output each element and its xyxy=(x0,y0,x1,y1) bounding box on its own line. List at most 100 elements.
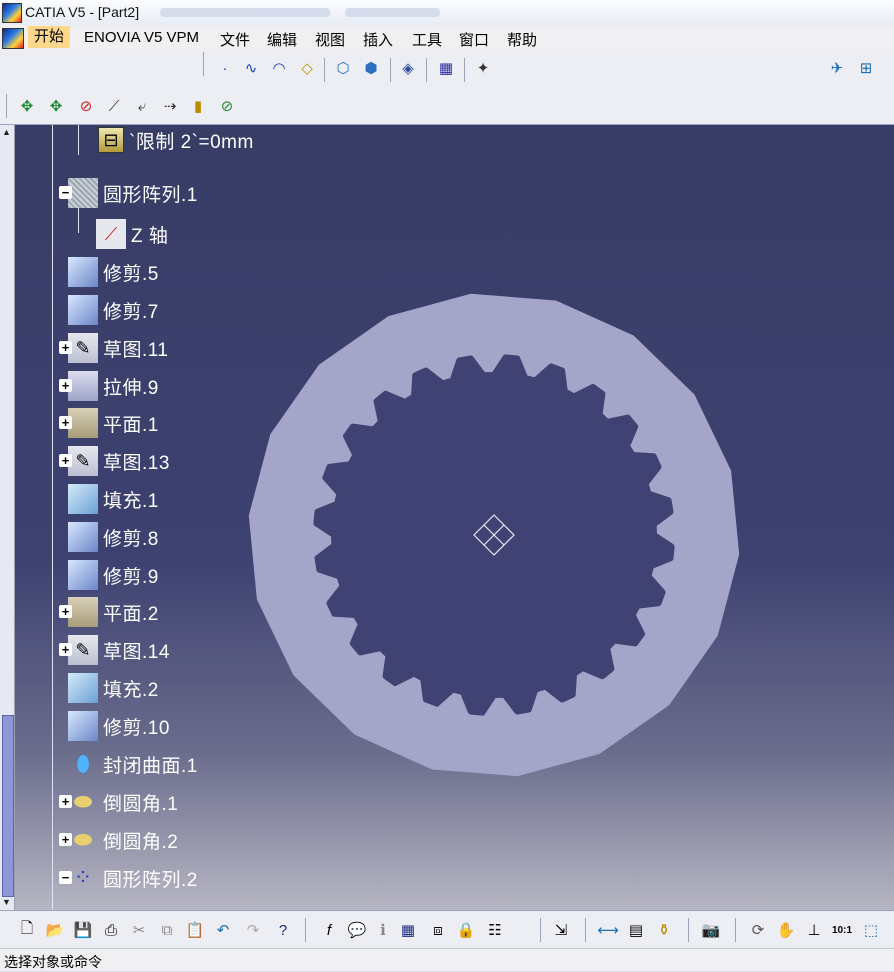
paste-icon[interactable]: 📋 xyxy=(184,919,206,941)
tree-node[interactable]: − ⁘ 圆形阵列.2 xyxy=(59,863,201,893)
expand-icon[interactable]: + xyxy=(59,795,72,808)
tree-node[interactable]: ⟋ Z 轴 xyxy=(96,219,171,249)
collapse-icon[interactable]: − xyxy=(59,186,72,199)
menu-file[interactable]: 文件 xyxy=(218,29,252,50)
tree-node[interactable]: 修剪.8 xyxy=(68,522,162,552)
info-icon[interactable]: ℹ xyxy=(372,919,394,941)
revolve-icon[interactable]: ⬢ xyxy=(360,57,382,79)
mass-icon[interactable]: ⚱ xyxy=(653,919,675,941)
scale-icon[interactable]: 10:1 xyxy=(831,919,853,941)
axis-icon[interactable]: ⊥ xyxy=(803,919,825,941)
toolbar-bottom: 🗋 📂 💾 ⎙ ✂ ⧉ 📋 ↶ ↷ ? f 💬 ℹ ▦ ⧈ 🔒 ☷ ⇲ ⟷ ▤ … xyxy=(0,910,894,949)
tree-node[interactable]: 修剪.9 xyxy=(68,560,162,590)
tree-scrollbar[interactable]: ▲ ▼ xyxy=(0,125,15,910)
comment-icon[interactable]: 💬 xyxy=(346,919,368,941)
tree-node[interactable]: + ⬬ 倒圆角.1 xyxy=(59,787,181,817)
scroll-up-icon[interactable]: ▲ xyxy=(2,127,11,137)
help-icon[interactable]: ? xyxy=(272,919,294,941)
collapse-icon[interactable]: − xyxy=(59,871,72,884)
expand-icon[interactable]: + xyxy=(59,833,72,846)
tree-node[interactable]: + ✎ 草图.11 xyxy=(59,333,172,363)
compass-icon[interactable]: ✦ xyxy=(472,57,494,79)
camera-icon[interactable]: 📷 xyxy=(700,919,722,941)
tree-node[interactable]: + ⬬ 倒圆角.2 xyxy=(59,825,181,855)
tree-icon[interactable]: ⧈ xyxy=(427,919,449,941)
axis-icon[interactable]: ⇢ xyxy=(159,95,181,117)
menu-edit[interactable]: 编辑 xyxy=(265,29,299,50)
sheet-icon[interactable]: ▤ xyxy=(625,919,647,941)
cut-icon[interactable]: ✂ xyxy=(128,919,150,941)
lock-icon[interactable]: 🔒 xyxy=(455,919,477,941)
extrude-icon[interactable]: ⬡ xyxy=(332,57,354,79)
line-icon[interactable]: ◇ xyxy=(296,57,318,79)
align-icon[interactable]: ▮ xyxy=(187,95,209,117)
window-title: CATIA V5 - [Part2] xyxy=(25,4,140,20)
copy-icon[interactable]: ⧉ xyxy=(156,919,178,941)
circle-icon[interactable]: ◠ xyxy=(268,57,290,79)
new-icon[interactable]: 🗋 xyxy=(16,919,38,941)
plane-icon[interactable]: ◈ xyxy=(397,57,419,79)
menu-help[interactable]: 帮助 xyxy=(505,29,539,50)
measure-icon[interactable]: ⊘ xyxy=(216,95,238,117)
tree-node[interactable]: ⊟ `限制 2`=0mm xyxy=(98,125,257,155)
scroll-down-icon[interactable]: ▼ xyxy=(2,897,11,907)
tree-node[interactable]: 修剪.10 xyxy=(68,711,173,741)
catia-menu-icon[interactable] xyxy=(2,28,24,49)
expand-icon[interactable]: + xyxy=(59,416,72,429)
remove-icon[interactable]: ⊘ xyxy=(75,95,97,117)
tree-node[interactable]: 填充.1 xyxy=(68,484,162,514)
undo-icon[interactable]: ↶ xyxy=(212,919,234,941)
tree-node[interactable]: + ✎ 草图.13 xyxy=(59,446,173,476)
expand-icon[interactable]: + xyxy=(59,454,72,467)
scroll-thumb[interactable] xyxy=(2,715,14,897)
menu-insert[interactable]: 插入 xyxy=(361,29,395,50)
menu-bar: 开始 ENOVIA V5 VPM 文件 编辑 视图 插入 工具 窗口 帮助 xyxy=(0,25,894,50)
snap-icon[interactable]: ⤶ xyxy=(131,95,153,117)
expand-icon[interactable]: + xyxy=(59,605,72,618)
tree-node[interactable]: ⬮ 封闭曲面.1 xyxy=(68,749,201,779)
menu-view[interactable]: 视图 xyxy=(313,29,347,50)
view-icon[interactable]: ⬚ xyxy=(860,919,882,941)
expand-icon[interactable]: + xyxy=(59,341,72,354)
zoom-icon[interactable]: ✈ xyxy=(826,57,848,79)
3d-viewport[interactable]: ▲ ▼ ⊟ `限制 2`=0mm − 圆形阵列.1 ⟋ Z 轴 修剪.5 修剪.… xyxy=(0,125,894,910)
menu-start[interactable]: 开始 xyxy=(28,26,71,48)
fit-all-icon[interactable]: ⊞ xyxy=(855,57,877,79)
save-icon[interactable]: 💾 xyxy=(72,919,94,941)
spline-icon[interactable]: ∿ xyxy=(240,57,262,79)
plane-icon xyxy=(68,597,98,627)
pan-icon[interactable]: ✋ xyxy=(775,919,797,941)
tree-node[interactable]: + 平面.1 xyxy=(59,408,162,438)
render-icon[interactable]: ▦ xyxy=(435,57,457,79)
open-icon[interactable]: 📂 xyxy=(44,919,66,941)
move-icon[interactable]: ✥ xyxy=(16,95,38,117)
fill-icon xyxy=(68,673,98,703)
sketch-icon: ✎ xyxy=(68,635,98,665)
export-icon[interactable]: ⇲ xyxy=(550,919,572,941)
menu-tools[interactable]: 工具 xyxy=(410,29,444,50)
print-icon[interactable]: ⎙ xyxy=(100,919,122,941)
tree-node[interactable]: − 圆形阵列.1 xyxy=(59,178,201,208)
pattern-icon: ⁘ xyxy=(73,865,93,890)
reset-icon[interactable]: ⟳ xyxy=(747,919,769,941)
table-icon[interactable]: ▦ xyxy=(397,919,419,941)
measure-icon[interactable]: ⟷ xyxy=(597,919,619,941)
menu-window[interactable]: 窗口 xyxy=(457,29,491,50)
tree-node[interactable]: + 拉伸.9 xyxy=(59,371,162,401)
tree-node[interactable]: 修剪.5 xyxy=(68,257,162,287)
filter-icon[interactable]: ☷ xyxy=(484,919,506,941)
tree-node[interactable]: + ✎ 草图.14 xyxy=(59,635,173,665)
plane-icon xyxy=(68,408,98,438)
tweak-icon[interactable]: ⟋ xyxy=(103,95,125,117)
rotate-icon[interactable]: ✥ xyxy=(45,95,67,117)
tree-node[interactable]: 修剪.7 xyxy=(68,295,162,325)
title-bar: CATIA V5 - [Part2] xyxy=(0,0,894,26)
menu-enovia[interactable]: ENOVIA V5 VPM xyxy=(82,29,201,46)
formula-icon[interactable]: f xyxy=(318,919,340,941)
tree-node[interactable]: + 平面.2 xyxy=(59,597,162,627)
expand-icon[interactable]: + xyxy=(59,379,72,392)
redo-icon[interactable]: ↷ xyxy=(242,919,264,941)
tree-node[interactable]: 填充.2 xyxy=(68,673,162,703)
point-icon[interactable]: · xyxy=(214,57,236,79)
expand-icon[interactable]: + xyxy=(59,643,72,656)
